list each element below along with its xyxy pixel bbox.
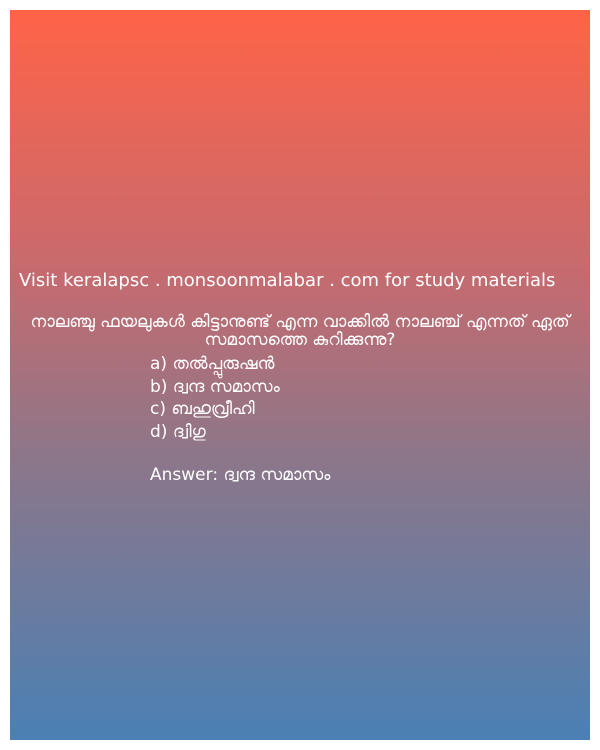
answer-text: Answer: ദ്വന്ദ സമാസം — [150, 465, 331, 485]
question-text: നാലഞ്ചു ഫയലുകൾ കിട്ടാനുണ്ട് എന്ന വാക്കിൽ… — [30, 312, 570, 350]
quiz-card: Visit keralapsc . monsoonmalabar . com f… — [10, 10, 590, 740]
option-a: a) തൽപ്പുരുഷൻ — [150, 354, 275, 374]
option-d: d) ദ്വിഗു — [150, 422, 206, 442]
option-b: b) ദ്വന്ദ സമാസം — [150, 377, 280, 397]
promo-text: Visit keralapsc . monsoonmalabar . com f… — [19, 270, 556, 291]
option-c: c) ബഹുവ്രീഹി — [150, 399, 255, 419]
